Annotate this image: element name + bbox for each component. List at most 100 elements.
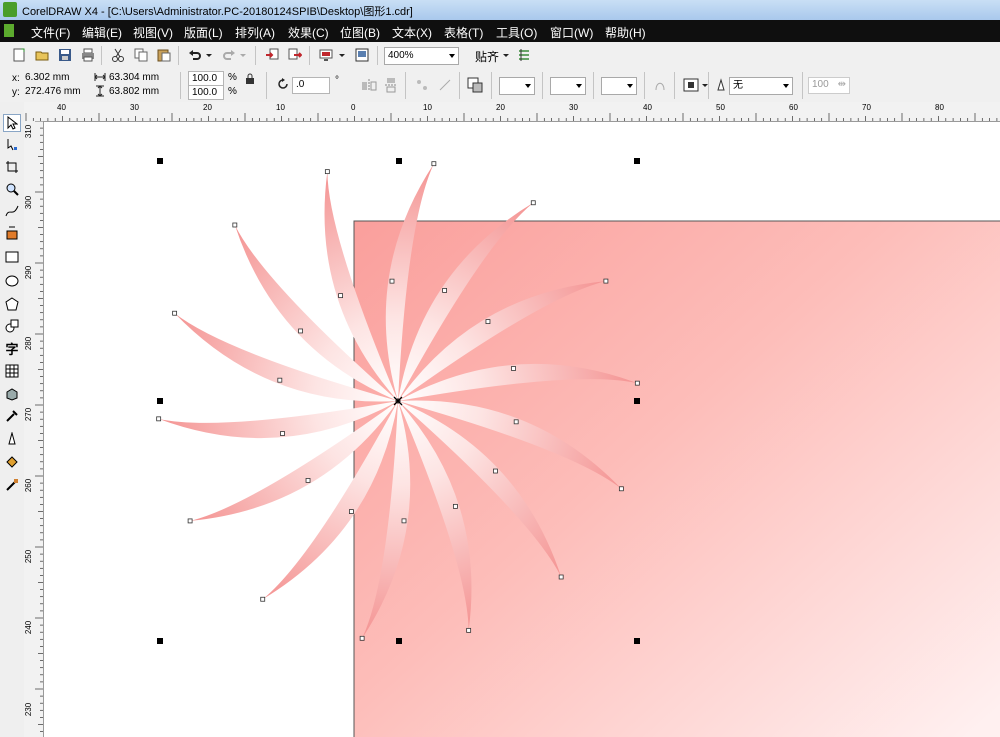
- node-handle[interactable]: [431, 161, 437, 167]
- horizontal-ruler[interactable]: 40 30 20 10 0 10 20 30 40 50 60 70 80: [24, 102, 1000, 122]
- node-handle[interactable]: [260, 596, 266, 602]
- selection-handle[interactable]: [634, 638, 640, 644]
- menu-view[interactable]: 视图(V): [133, 24, 173, 41]
- mirror-horizontal-icon[interactable]: [360, 76, 378, 94]
- interactive-fill-icon[interactable]: [3, 476, 21, 494]
- scale-y-field[interactable]: 100.0: [188, 85, 224, 100]
- new-icon[interactable]: [10, 46, 28, 64]
- x-position-field[interactable]: 6.302 mm: [22, 71, 90, 86]
- convert-to-curves-icon[interactable]: [651, 76, 669, 94]
- outline-tool-icon[interactable]: [3, 430, 21, 448]
- export-icon[interactable]: [286, 46, 304, 64]
- welcome-icon[interactable]: [353, 46, 371, 64]
- node-handle[interactable]: [338, 293, 343, 299]
- scale-x-field[interactable]: 100.0: [188, 71, 224, 86]
- node-handle[interactable]: [232, 222, 238, 228]
- menu-arrange[interactable]: 排列(A): [235, 24, 275, 41]
- menu-file[interactable]: 文件(F): [31, 24, 70, 41]
- menu-table[interactable]: 表格(T): [444, 24, 483, 41]
- snap-to-label[interactable]: 贴齐: [475, 48, 499, 65]
- undo-icon[interactable]: [186, 46, 204, 64]
- line-style-select[interactable]: [550, 77, 586, 95]
- artwork[interactable]: [44, 122, 1000, 737]
- node-handle[interactable]: [349, 509, 354, 514]
- interactive-tool-icon[interactable]: [3, 385, 21, 403]
- selection-handle[interactable]: [157, 638, 163, 644]
- undo-dropdown-icon[interactable]: [204, 46, 214, 64]
- menu-text[interactable]: 文本(X): [392, 24, 432, 41]
- snap-options-icon[interactable]: [515, 46, 533, 64]
- node-handle[interactable]: [280, 431, 285, 436]
- node-handle[interactable]: [277, 377, 283, 383]
- rectangle-tool-icon[interactable]: [3, 248, 21, 266]
- line-start-select[interactable]: [499, 77, 535, 95]
- node-handle[interactable]: [305, 478, 311, 483]
- smart-fill-icon[interactable]: [3, 224, 21, 242]
- node-handle[interactable]: [298, 328, 303, 334]
- node-handle[interactable]: [442, 288, 447, 293]
- launcher-dropdown-icon[interactable]: [337, 46, 347, 64]
- node-handle[interactable]: [558, 574, 564, 580]
- node-handle[interactable]: [187, 518, 193, 524]
- redo-icon[interactable]: [220, 46, 238, 64]
- node-handle[interactable]: [359, 635, 365, 641]
- open-icon[interactable]: [33, 46, 51, 64]
- fill-tool-icon[interactable]: [3, 453, 21, 471]
- rotation-angle-field[interactable]: .0: [292, 77, 330, 94]
- pick-tool-icon[interactable]: [3, 114, 21, 132]
- text-tool-icon[interactable]: 字: [3, 339, 21, 357]
- freehand-tool-icon[interactable]: [3, 202, 21, 220]
- node-handle[interactable]: [466, 627, 472, 633]
- node-align-icon[interactable]: [413, 76, 431, 94]
- polygon-tool-icon[interactable]: [3, 295, 21, 313]
- drawing-canvas[interactable]: [44, 122, 1000, 737]
- eyedropper-tool-icon[interactable]: [3, 407, 21, 425]
- node-handle[interactable]: [453, 503, 458, 509]
- ellipse-tool-icon[interactable]: [3, 272, 21, 290]
- zoom-tool-icon[interactable]: [3, 180, 21, 198]
- node-handle[interactable]: [493, 468, 498, 474]
- height-field[interactable]: 63.802 mm: [106, 85, 174, 100]
- application-launcher-icon[interactable]: [317, 46, 335, 64]
- table-tool-icon[interactable]: [3, 362, 21, 380]
- selection-handle[interactable]: [157, 158, 163, 164]
- node-handle[interactable]: [172, 310, 178, 316]
- node-handle[interactable]: [156, 416, 162, 422]
- lock-ratio-icon[interactable]: [243, 72, 257, 86]
- node-handle[interactable]: [324, 169, 330, 175]
- paste-icon[interactable]: [155, 46, 173, 64]
- menu-effects[interactable]: 效果(C): [288, 24, 329, 41]
- line-end-select[interactable]: [601, 77, 637, 95]
- node-handle[interactable]: [389, 278, 395, 284]
- basic-shapes-icon[interactable]: [3, 317, 21, 335]
- text-wrap-icon[interactable]: [682, 76, 700, 94]
- crop-tool-icon[interactable]: [3, 158, 21, 176]
- selection-handle[interactable]: [634, 158, 640, 164]
- node-handle[interactable]: [603, 278, 609, 284]
- y-position-field[interactable]: 272.476 mm: [22, 85, 90, 100]
- line-tool-icon[interactable]: [436, 76, 454, 94]
- outline-width-select[interactable]: 无: [729, 77, 793, 95]
- menu-help[interactable]: 帮助(H): [605, 24, 646, 41]
- mirror-vertical-icon[interactable]: [382, 76, 400, 94]
- node-handle[interactable]: [511, 366, 516, 371]
- menu-tools[interactable]: 工具(O): [496, 24, 537, 41]
- snap-dropdown-icon[interactable]: [501, 46, 511, 64]
- save-icon[interactable]: [56, 46, 74, 64]
- node-handle[interactable]: [618, 486, 624, 492]
- node-handle[interactable]: [634, 380, 640, 386]
- selection-handle[interactable]: [396, 158, 402, 164]
- cut-icon[interactable]: [109, 46, 127, 64]
- width-field[interactable]: 63.304 mm: [106, 71, 174, 86]
- selection-handle[interactable]: [396, 638, 402, 644]
- menu-layout[interactable]: 版面(L): [184, 24, 223, 41]
- selection-handle[interactable]: [634, 398, 640, 404]
- shape-tool-icon[interactable]: [3, 136, 21, 154]
- node-handle[interactable]: [513, 419, 519, 425]
- node-handle[interactable]: [401, 518, 407, 524]
- wrap-paragraph-icon[interactable]: [466, 76, 484, 94]
- zoom-level-select[interactable]: 400%: [384, 47, 459, 65]
- selection-handle[interactable]: [157, 398, 163, 404]
- menu-bitmaps[interactable]: 位图(B): [340, 24, 380, 41]
- redo-dropdown-icon[interactable]: [238, 46, 248, 64]
